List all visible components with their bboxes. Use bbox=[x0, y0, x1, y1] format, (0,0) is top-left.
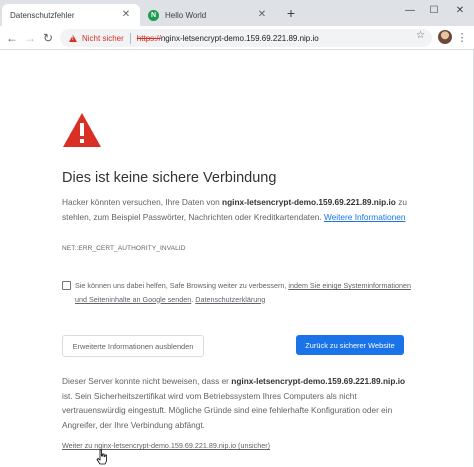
security-chip[interactable]: Nicht sicher bbox=[82, 34, 124, 43]
checkbox-text: Sie können uns dabei helfen, Safe Browsi… bbox=[75, 281, 289, 290]
hand-cursor-icon bbox=[96, 449, 107, 465]
back-arrow-icon[interactable]: ← bbox=[4, 30, 20, 46]
url-host: nginx-letsencrypt-demo.159.69.221.89.nip… bbox=[160, 33, 319, 43]
page-title: Dies ist keine sichere Verbindung bbox=[62, 170, 277, 186]
tab-datenschutzfehler[interactable]: Datenschutzfehler ✕ bbox=[2, 4, 140, 26]
avatar[interactable] bbox=[438, 30, 452, 44]
warning-icon bbox=[63, 113, 101, 147]
intro-host: nginx-letsencrypt-demo.159.69.221.89.nip… bbox=[222, 197, 396, 207]
maximize-icon[interactable]: ☐ bbox=[424, 2, 444, 20]
details-paragraph: Dieser Server konnte nicht beweisen, das… bbox=[62, 374, 412, 432]
privacy-policy-link[interactable]: Datenschutzerklärung bbox=[195, 295, 265, 304]
error-code: NET::ERR_CERT_AUTHORITY_INVALID bbox=[62, 245, 186, 252]
close-icon[interactable]: ✕ bbox=[256, 9, 268, 21]
close-icon[interactable]: ✕ bbox=[120, 9, 132, 21]
hide-details-button[interactable]: Erweiterte Informationen ausblenden bbox=[62, 335, 204, 357]
warning-icon[interactable] bbox=[69, 34, 77, 42]
tab-title: Datenschutzfehler bbox=[10, 10, 75, 20]
tab-title: Hello World bbox=[165, 10, 207, 20]
divider bbox=[129, 32, 131, 44]
nginx-favicon-icon: N bbox=[148, 9, 159, 21]
checkbox-label: Sie können uns dabei helfen, Safe Browsi… bbox=[75, 279, 412, 306]
safe-browsing-opt-in: Sie können uns dabei helfen, Safe Browsi… bbox=[62, 279, 412, 306]
toolbar: ← → ↻ Nicht sicher https:// nginx-letsen… bbox=[0, 26, 474, 50]
url-scheme: https:// bbox=[136, 33, 161, 43]
plus-icon[interactable]: + bbox=[283, 5, 299, 21]
learn-more-link[interactable]: Weitere Informationen bbox=[324, 212, 405, 222]
star-icon[interactable]: ☆ bbox=[416, 30, 425, 41]
proceed-unsafe-link[interactable]: Weiter zu nginx-letsencrypt-demo.159.69.… bbox=[62, 441, 270, 450]
intro-paragraph: Hacker könnten versuchen, Ihre Daten von… bbox=[62, 195, 412, 224]
address-bar[interactable]: Nicht sicher https:// nginx-letsencrypt-… bbox=[60, 29, 432, 47]
safe-browsing-checkbox[interactable] bbox=[62, 281, 71, 290]
close-window-icon[interactable]: ✕ bbox=[450, 2, 470, 20]
details-host: nginx-letsencrypt-demo.159.69.221.89.nip… bbox=[231, 376, 406, 386]
tab-strip: Datenschutzfehler ✕ N Hello World ✕ + — … bbox=[0, 0, 474, 26]
reload-icon[interactable]: ↻ bbox=[40, 30, 56, 46]
back-to-safety-button[interactable]: Zurück zu sicherer Website bbox=[296, 335, 404, 355]
details-text: Dieser Server konnte nicht beweisen, das… bbox=[62, 376, 232, 386]
menu-dots-icon[interactable]: ⋮ bbox=[456, 30, 468, 46]
details-text-2: ist. Sein Sicherheitszertifikat wird vom… bbox=[62, 390, 393, 430]
intro-text: Hacker könnten versuchen, Ihre Daten von bbox=[62, 197, 223, 207]
forward-arrow-icon[interactable]: → bbox=[22, 30, 38, 46]
minimize-icon[interactable]: — bbox=[400, 2, 420, 20]
tab-hello-world[interactable]: N Hello World ✕ bbox=[142, 4, 276, 26]
